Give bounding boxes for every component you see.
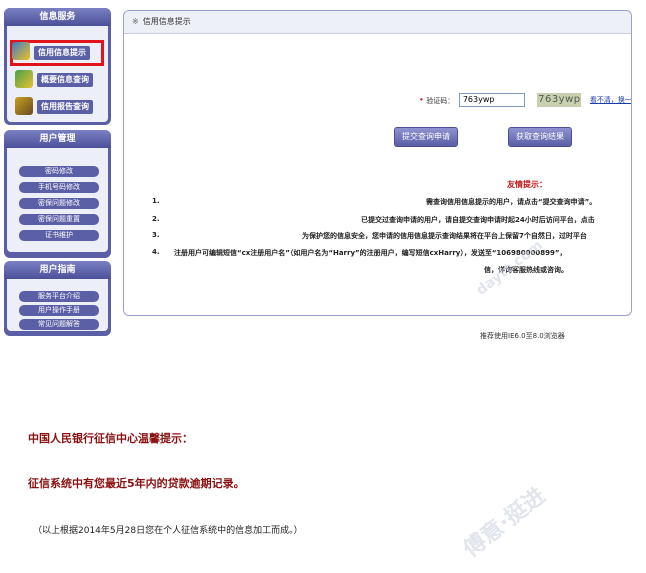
menu-credit-info[interactable]: 信用信息提示 [10,40,104,66]
captcha-image: 763ywp [537,93,582,107]
menu-summary-query-label: 概要信息查询 [37,73,93,87]
menu-report-query[interactable]: 信用报告查询 [13,95,103,117]
required-marker-icon: • [419,95,424,105]
menu-report-query-label: 信用报告查询 [37,100,93,114]
panel-header: ※ 信用信息提示 [124,11,631,34]
user-manage-title: 用户管理 [4,130,111,148]
notice-title: 中国人民银行征信中心温馨提示： [28,432,193,445]
captcha-row: • 验证码： 763ywp 763ywp 看不清，换一个 [419,93,631,109]
sidebar: 信息服务 信用信息提示 概要信息查询 信用报告查询 用户管理 密码修改 手机号码… [4,8,111,336]
phone-change-link[interactable]: 手机号码修改 [19,182,99,193]
submit-query-button[interactable]: 提交查询申请 [394,127,458,147]
menu-summary-query[interactable]: 概要信息查询 [13,68,103,90]
user-manual-link[interactable]: 用户操作手册 [19,305,99,316]
fetch-result-button[interactable]: 获取查询结果 [508,127,572,147]
user-manage-section: 用户管理 密码修改 手机号码修改 密保问题修改 密保问题重置 证书维护 [4,130,111,258]
report-query-icon [15,97,33,115]
user-manage-menu: 密码修改 手机号码修改 密保问题修改 密保问题重置 证书维护 [7,148,108,252]
platform-intro-link[interactable]: 服务平台介绍 [19,291,99,302]
panel-header-icon: ※ [132,17,139,26]
user-guide-section: 用户指南 服务平台介绍 用户操作手册 常见问题解答 [4,261,111,336]
security-question-change-link[interactable]: 密保问题修改 [19,198,99,209]
browser-recommendation: 推荐使用IE6.0至8.0浏览器 [480,332,565,340]
faq-link[interactable]: 常见问题解答 [19,319,99,330]
panel-title: 信用信息提示 [142,17,191,26]
info-service-title: 信息服务 [4,8,111,26]
certificate-maintain-link[interactable]: 证书维护 [19,230,99,241]
security-question-reset-link[interactable]: 密保问题重置 [19,214,99,225]
tip-number: 4. [152,248,160,256]
info-service-section: 信息服务 信用信息提示 概要信息查询 信用报告查询 [4,8,111,125]
notice-footnote: （以上根据2014年5月28日您在个人征信系统中的信息加工而成。） [33,526,303,536]
tip-text: 已提交过查询申请的用户，请自提交查询申请时起24小时后访问平台，点击 [361,216,595,224]
info-service-menu: 信用信息提示 概要信息查询 信用报告查询 [7,26,108,122]
tip-text: 注册用户可编辑短信“cx注册用户名”（如用户名为“Harry”的注册用户，编写短… [174,249,567,257]
password-change-link[interactable]: 密码修改 [19,166,99,177]
user-guide-title: 用户指南 [4,261,111,279]
summary-query-icon [15,70,33,88]
watermark: 傅意·挺进 [459,483,551,563]
tip-text: 为保护您的信息安全，您申请的信用信息提示查询结果将在平台上保留7个自然日，过时平… [302,232,587,240]
captcha-input[interactable]: 763ywp [458,93,525,107]
credit-info-icon [12,42,30,60]
tip-number: 1. [152,197,160,205]
menu-credit-info-label: 信用信息提示 [34,46,90,60]
tip-text: 需查询信用信息提示的用户，请点击“提交查询申请”。 [426,198,597,206]
captcha-refresh-link[interactable]: 看不清，换一个 [590,96,631,104]
tips-title: 友情提示： [507,180,547,189]
captcha-label: 验证码： [426,96,455,105]
credit-info-panel: ※信用信息提示 • 验证码： 763ywp 763ywp 看不清，换一个 提交查… [123,10,632,316]
notice-body: 征信系统中有您最近5年内的贷款逾期记录。 [28,477,245,490]
tip-number: 3. [152,231,160,239]
user-guide-menu: 服务平台介绍 用户操作手册 常见问题解答 [7,279,108,331]
tip-number: 2. [152,215,160,223]
